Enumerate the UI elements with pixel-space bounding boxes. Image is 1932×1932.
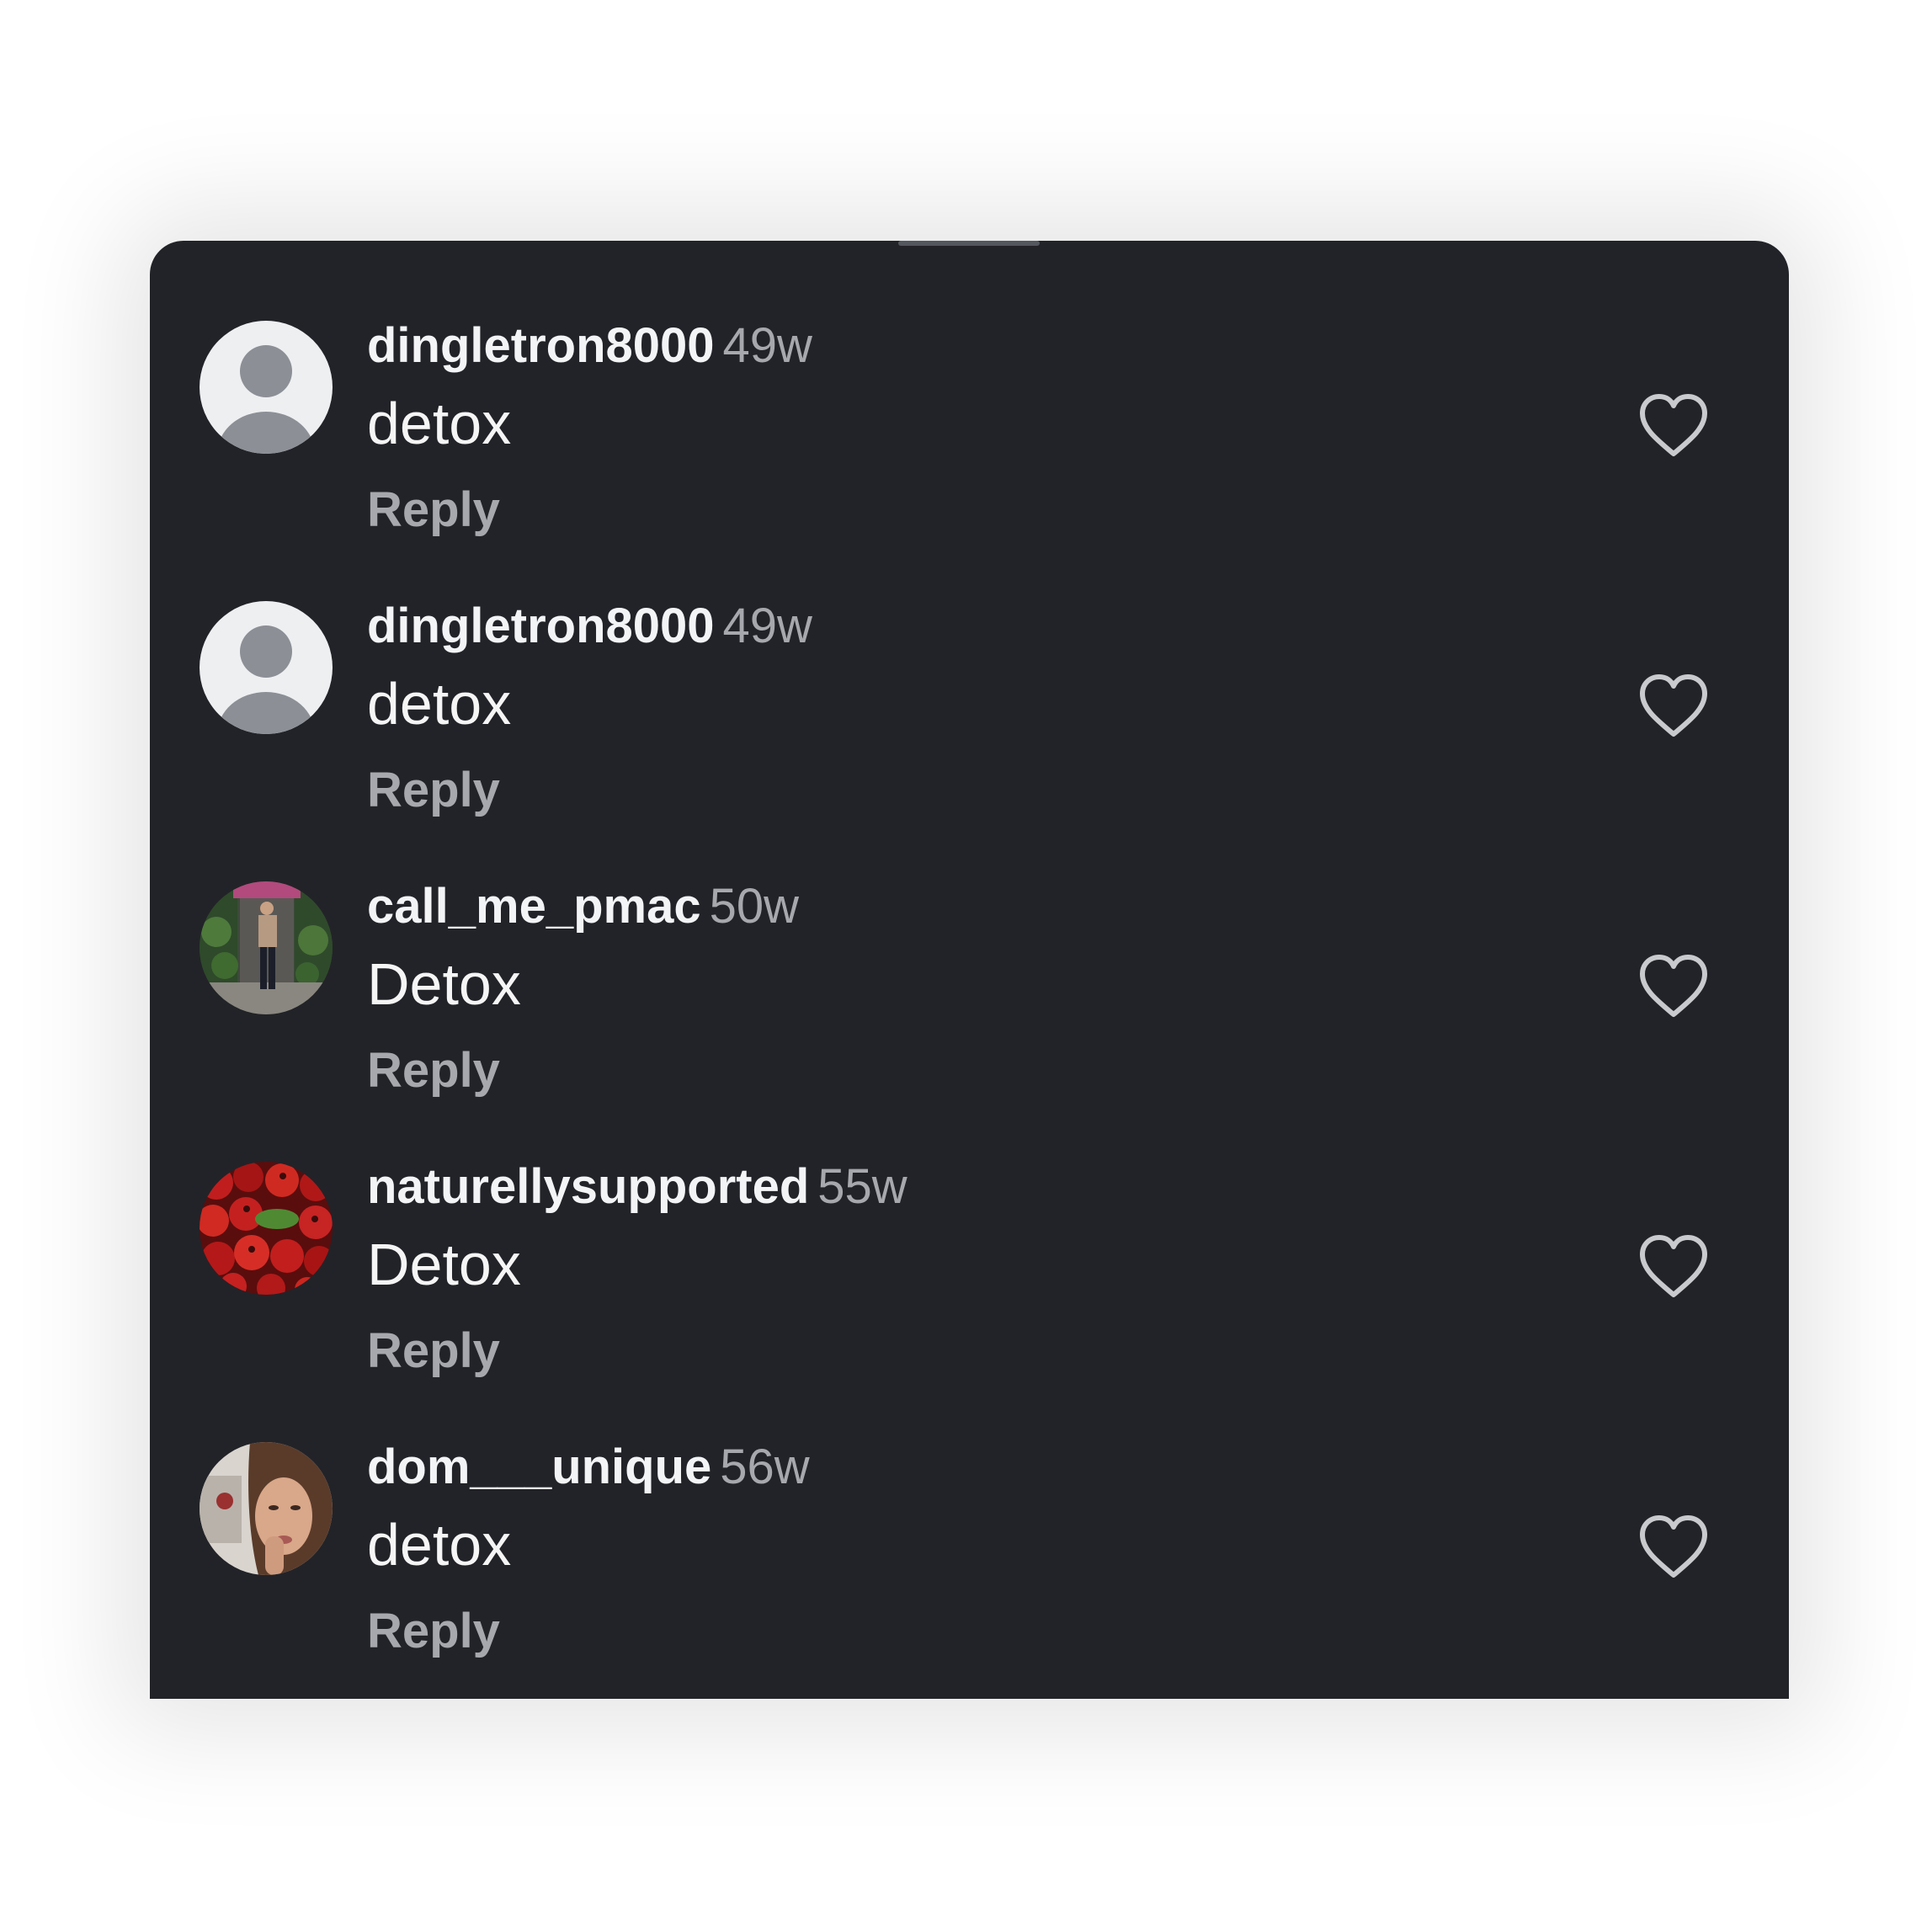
berries-photo-avatar [200, 1162, 333, 1295]
comment-item: dingletron8000 49w detox Reply [150, 321, 1789, 601]
username[interactable]: dingletron8000 [367, 318, 715, 373]
like-button[interactable] [1636, 672, 1711, 739]
heart-outline-icon [1640, 1515, 1707, 1578]
username[interactable]: naturellysupported [367, 1159, 809, 1214]
reply-button[interactable]: Reply [367, 1322, 500, 1381]
comment-header: call_me_pmac 50w [367, 881, 799, 932]
like-button[interactable] [1636, 391, 1711, 459]
timestamp: 49w [722, 318, 812, 373]
username[interactable]: dom___unique [367, 1440, 711, 1494]
timestamp: 50w [709, 879, 800, 934]
username[interactable]: dingletron8000 [367, 599, 715, 653]
heart-outline-icon [1640, 1235, 1707, 1297]
comment-header: naturellysupported 55w [367, 1162, 907, 1212]
person-photo-avatar [200, 881, 333, 1014]
selfie-photo-avatar [200, 1442, 333, 1575]
default-avatar-icon [200, 601, 333, 734]
avatar[interactable] [200, 1442, 333, 1575]
username[interactable]: call_me_pmac [367, 879, 701, 934]
comment-item: call_me_pmac 50w Detox Reply [150, 881, 1789, 1162]
comment-header: dom___unique 56w [367, 1442, 810, 1493]
comment-item: naturellysupported 55w Detox Reply [150, 1162, 1789, 1442]
reply-button[interactable]: Reply [367, 1602, 500, 1661]
timestamp: 55w [817, 1159, 907, 1214]
comment-text: Detox [367, 951, 521, 1017]
timestamp: 56w [720, 1440, 810, 1494]
sheet-grabber[interactable] [898, 241, 1040, 246]
avatar[interactable] [200, 601, 333, 734]
heart-outline-icon [1640, 394, 1707, 456]
comment-header: dingletron8000 49w [367, 601, 812, 652]
comment-text: detox [367, 671, 512, 737]
comment-text: detox [367, 1512, 512, 1578]
like-button[interactable] [1636, 952, 1711, 1019]
reply-button[interactable]: Reply [367, 481, 500, 540]
avatar[interactable] [200, 321, 333, 454]
comment-item: dingletron8000 49w detox Reply [150, 601, 1789, 881]
heart-outline-icon [1640, 955, 1707, 1017]
like-button[interactable] [1636, 1232, 1711, 1300]
comment-text: Detox [367, 1232, 521, 1297]
comment-item: dom___unique 56w detox Reply [150, 1442, 1789, 1699]
avatar[interactable] [200, 881, 333, 1014]
comments-sheet: dingletron8000 49w detox Reply dingletron… [150, 241, 1789, 1699]
avatar[interactable] [200, 1162, 333, 1295]
like-button[interactable] [1636, 1513, 1711, 1580]
comment-text: detox [367, 391, 512, 456]
reply-button[interactable]: Reply [367, 1041, 500, 1100]
default-avatar-icon [200, 321, 333, 454]
timestamp: 49w [722, 599, 812, 653]
heart-outline-icon [1640, 674, 1707, 737]
comment-header: dingletron8000 49w [367, 321, 812, 371]
reply-button[interactable]: Reply [367, 761, 500, 820]
